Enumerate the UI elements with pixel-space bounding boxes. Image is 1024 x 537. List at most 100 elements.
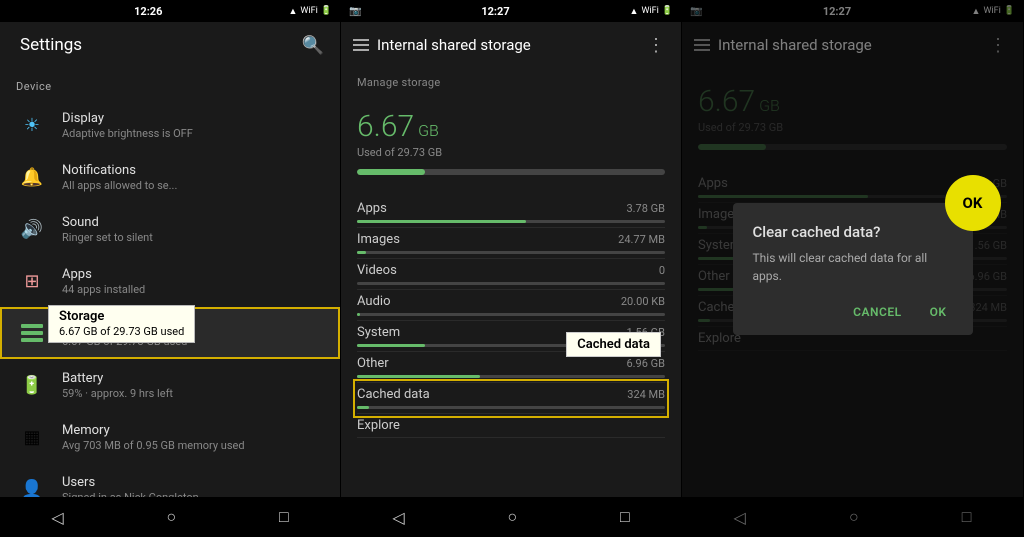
storage-title: Storage (62, 319, 324, 334)
display-icon: ☀ (16, 109, 48, 141)
display-subtitle: Adaptive brightness is OFF (62, 127, 324, 140)
cancel-button[interactable]: CANCEL (847, 301, 907, 323)
more-options-icon[interactable]: ⋮ (643, 31, 669, 60)
storage-item-videos[interactable]: Videos 0 (357, 259, 665, 290)
nav-bar-panel1: ◁ ○ □ (0, 497, 340, 537)
status-icons-panel1: ▲ WiFi 🔋 (289, 6, 332, 17)
videos-label: Videos (357, 263, 659, 278)
memory-text: Memory Avg 703 MB of 0.95 GB memory used (62, 423, 324, 452)
sound-subtitle: Ringer set to silent (62, 231, 324, 244)
notifications-text: Notifications All apps allowed to se... (62, 163, 324, 192)
hamburger-icon[interactable] (353, 39, 369, 51)
memory-subtitle: Avg 703 MB of 0.95 GB memory used (62, 439, 324, 452)
apps-bar-fill (357, 220, 526, 223)
status-bar-panel1: 12:26 ▲ WiFi 🔋 (0, 0, 340, 22)
other-bar-fill (357, 375, 480, 378)
ok-circle-annotation: OK (945, 175, 1001, 231)
battery-text: Battery 59% · approx. 9 hrs left (62, 371, 324, 400)
storage-item-system[interactable]: System 1.56 GB (357, 321, 665, 352)
toolbar-panel1: Settings 🔍 (0, 22, 340, 68)
sidebar-item-apps[interactable]: ⊞ Apps 44 apps installed (0, 255, 340, 307)
wifi-icon: WiFi (300, 6, 317, 16)
recent-button[interactable]: □ (263, 501, 305, 533)
users-subtitle: Signed in as Nick Congleton (62, 491, 324, 498)
audio-bar (357, 313, 665, 316)
back-button[interactable]: ◁ (35, 502, 79, 533)
sound-title: Sound (62, 215, 324, 230)
sidebar-item-battery[interactable]: 🔋 Battery 59% · approx. 9 hrs left (0, 359, 340, 411)
ok-button[interactable]: OK (924, 301, 953, 323)
ok-circle-label: OK (963, 194, 983, 212)
images-bar (357, 251, 665, 254)
sound-text: Sound Ringer set to silent (62, 215, 324, 244)
battery-icon: 🔋 (321, 6, 332, 16)
audio-size: 20.00 KB (621, 295, 665, 308)
images-size: 24.77 MB (618, 233, 665, 246)
display-title: Display (62, 111, 324, 126)
apps-icon: ⊞ (16, 265, 48, 297)
signal-icon: ▲ (289, 6, 298, 17)
apps-size: 3.78 GB (626, 202, 665, 215)
wifi-icon2: WiFi (641, 6, 658, 16)
apps-text: Apps 44 apps installed (62, 267, 324, 296)
images-bar-fill (357, 251, 366, 254)
explore-label: Explore (357, 418, 665, 433)
storage-item-images[interactable]: Images 24.77 MB (357, 228, 665, 259)
audio-bar-fill (357, 313, 360, 316)
other-label: Other (357, 356, 626, 371)
sidebar-item-sound[interactable]: 🔊 Sound Ringer set to silent (0, 203, 340, 255)
battery-subtitle: 59% · approx. 9 hrs left (62, 387, 324, 400)
dialog-title: Clear cached data? (753, 223, 953, 241)
videos-size: 0 (659, 264, 665, 277)
toolbar-panel2: Internal shared storage ⋮ (341, 22, 681, 68)
notifications-icon: 🔔 (16, 161, 48, 193)
signal-icon2: ▲ (630, 6, 639, 17)
cached-bar-fill (357, 406, 369, 409)
system-bar-fill (357, 344, 425, 347)
time-panel1: 12:26 (134, 5, 162, 18)
search-icon[interactable]: 🔍 (298, 31, 328, 60)
storage-item-explore[interactable]: Explore (357, 414, 665, 438)
battery-title: Battery (62, 371, 324, 386)
storage-panel: 📷 12:27 ▲ WiFi 🔋 Internal shared storage… (341, 0, 682, 537)
notifications-subtitle: All apps allowed to se... (62, 179, 324, 192)
sidebar-item-storage[interactable]: Storage 6.67 GB of 29.73 GB used Storage… (0, 307, 340, 359)
settings-panel: 12:26 ▲ WiFi 🔋 Settings 🔍 Device ☀ Displ… (0, 0, 341, 537)
home-button2[interactable]: ○ (491, 501, 533, 533)
sidebar-item-memory[interactable]: ▦ Memory Avg 703 MB of 0.95 GB memory us… (0, 411, 340, 463)
storage-item-audio[interactable]: Audio 20.00 KB (357, 290, 665, 321)
cached-label: Cached data (357, 387, 627, 402)
sidebar-item-notifications[interactable]: 🔔 Notifications All apps allowed to se..… (0, 151, 340, 203)
recent-button2[interactable]: □ (604, 501, 646, 533)
users-icon: 👤 (16, 473, 48, 497)
dialog-buttons: CANCEL OK (753, 301, 953, 323)
sidebar-item-display[interactable]: ☀ Display Adaptive brightness is OFF (0, 99, 340, 151)
apps-label: Apps (357, 201, 626, 216)
storage-item-other[interactable]: Other 6.96 GB (357, 352, 665, 383)
back-button2[interactable]: ◁ (376, 502, 420, 533)
storage-item-cached[interactable]: Cached data 324 MB (357, 383, 665, 414)
storage-unit: GB (418, 121, 439, 140)
dialog-overlay: OK Clear cached data? This will clear ca… (682, 0, 1023, 537)
users-text: Users Signed in as Nick Congleton (62, 475, 324, 498)
battery-icon2: 🔋 (662, 6, 673, 16)
clear-cache-dialog: OK Clear cached data? This will clear ca… (733, 203, 973, 335)
settings-title: Settings (20, 35, 298, 55)
other-bar (357, 375, 665, 378)
manage-storage-label: Manage storage (357, 68, 665, 93)
system-size: 1.56 GB (626, 326, 665, 339)
storage-item-apps[interactable]: Apps 3.78 GB (357, 197, 665, 228)
storage-detail-content: Manage storage 6.67 GB Used of 29.73 GB … (341, 68, 681, 497)
cached-size: 324 MB (627, 388, 665, 401)
notifications-title: Notifications (62, 163, 324, 178)
storage-icon (16, 317, 48, 349)
notification-icon: 📷 (349, 6, 361, 17)
storage-of-label: Used of 29.73 GB (357, 146, 665, 159)
dialog-message: This will clear cached data for all apps… (753, 249, 953, 285)
cached-bar (357, 406, 665, 409)
users-title: Users (62, 475, 324, 490)
audio-label: Audio (357, 294, 621, 309)
other-size: 6.96 GB (626, 357, 665, 370)
home-button[interactable]: ○ (150, 501, 192, 533)
sidebar-item-users[interactable]: 👤 Users Signed in as Nick Congleton (0, 463, 340, 497)
